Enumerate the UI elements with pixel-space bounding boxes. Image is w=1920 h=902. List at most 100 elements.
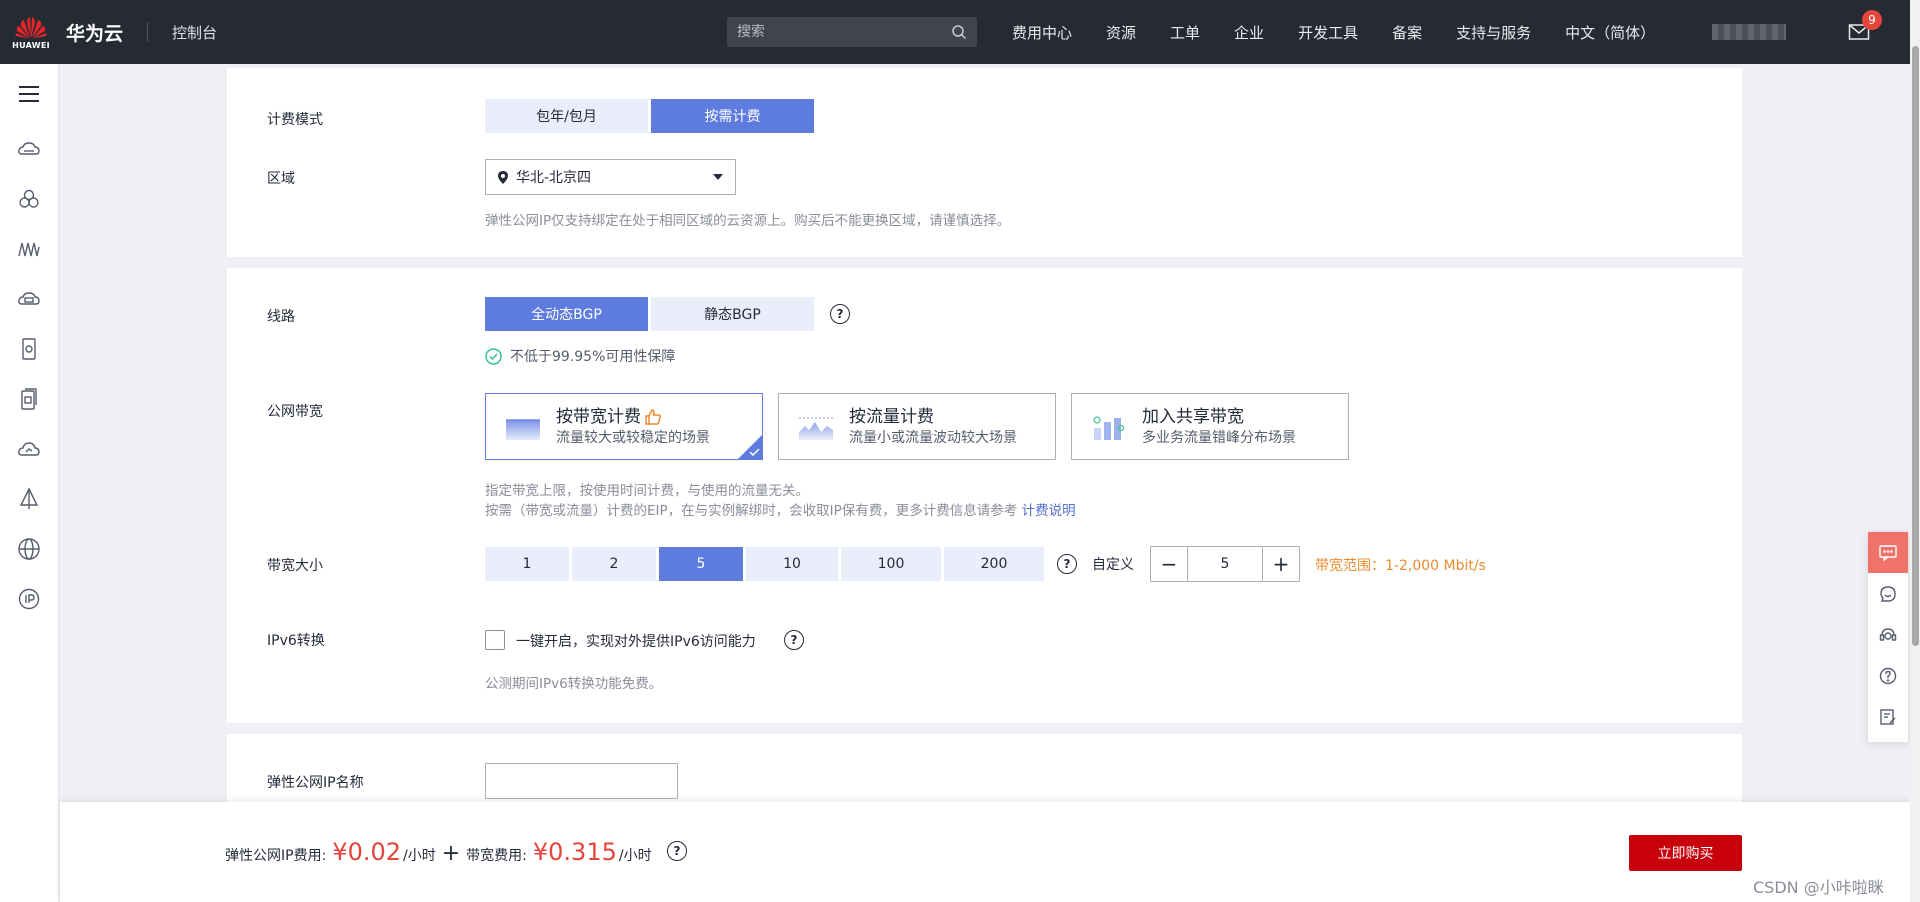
card-bandwidth-billing[interactable]: 按带宽计费 流量较大或较稳定的场景 — [485, 393, 763, 460]
thumbs-up-icon — [645, 408, 661, 425]
decrement-button[interactable]: − — [1151, 547, 1187, 581]
cloud-server-icon — [18, 142, 40, 155]
scrollbar-thumb[interactable] — [1912, 46, 1919, 646]
availability-guarantee: 不低于99.95%可用性保障 — [485, 346, 675, 366]
card-title: 按流量计费 — [849, 406, 934, 427]
bandwidth-option-5[interactable]: 5 — [659, 547, 743, 581]
eip-name-label: 弹性公网IP名称 — [267, 775, 364, 791]
menu-button[interactable] — [0, 64, 58, 124]
notes-button[interactable] — [1868, 696, 1908, 737]
sidebar-item-backup[interactable] — [0, 374, 58, 424]
sidebar-item-cloud-disk[interactable] — [0, 274, 58, 324]
help-button[interactable] — [1868, 655, 1908, 696]
network-icon — [18, 242, 40, 257]
bandwidth-type-label: 公网带宽 — [267, 404, 323, 420]
watermark: CSDN @小咔啦眯 — [1753, 878, 1884, 897]
top-nav: 费用中心 资源 工单 企业 开发工具 备案 支持与服务 中文（简体） — [995, 0, 1672, 64]
billing-info-link[interactable]: 计费说明 — [1022, 503, 1076, 519]
sidebar-item-global[interactable] — [0, 524, 58, 574]
sidebar-item-network[interactable] — [0, 224, 58, 274]
line-option-static-bgp[interactable]: 静态BGP — [651, 297, 814, 331]
region-label: 区域 — [267, 171, 295, 187]
ip-fee-unit: /小时 — [403, 848, 436, 864]
nav-enterprise[interactable]: 企业 — [1234, 22, 1264, 43]
sidebar-item-eip[interactable] — [0, 574, 58, 624]
search-box[interactable] — [727, 17, 977, 47]
storage-icon — [22, 338, 36, 360]
nav-dev-tools[interactable]: 开发工具 — [1298, 22, 1358, 43]
bandwidth-option-100[interactable]: 100 — [841, 547, 941, 581]
sidebar-item-sail[interactable] — [0, 474, 58, 524]
cloud-icon — [18, 442, 40, 456]
headset-icon — [1879, 627, 1897, 641]
card-traffic-billing[interactable]: 按流量计费 流量小或流量波动较大场景 — [778, 393, 1056, 460]
price-help-icon[interactable]: ? — [667, 841, 687, 861]
sidebar-item-cluster[interactable] — [0, 174, 58, 224]
globe-icon — [18, 538, 40, 560]
chat-icon — [1879, 544, 1897, 561]
floating-toolbar — [1868, 532, 1908, 742]
sidebar-item-cloud-server[interactable] — [0, 124, 58, 174]
line-option-dynamic-bgp[interactable]: 全动态BGP — [485, 297, 648, 331]
region-select[interactable]: 华北-北京四 — [485, 159, 736, 195]
region-value: 华北-北京四 — [516, 170, 592, 186]
ipv6-checkbox-text[interactable]: 一键开启，实现对外提供IPv6访问能力 — [516, 631, 756, 651]
traffic-chart-icon — [799, 417, 833, 440]
ipv6-checkbox[interactable] — [485, 630, 505, 650]
card-subtitle: 多业务流量错峰分布场景 — [1142, 429, 1296, 446]
console-link[interactable]: 控制台 — [172, 22, 217, 43]
brand-name[interactable]: 华为云 — [66, 19, 123, 46]
card-title: 按带宽计费 — [556, 406, 641, 427]
billing-option-yearly-monthly[interactable]: 包年/包月 — [485, 99, 648, 133]
bandwidth-option-1[interactable]: 1 — [485, 547, 569, 581]
increment-button[interactable]: + — [1263, 547, 1299, 581]
nav-filing[interactable]: 备案 — [1392, 22, 1422, 43]
sidebar-item-storage[interactable] — [0, 324, 58, 374]
smile-icon — [1880, 585, 1896, 602]
sidebar-item-cloud[interactable] — [0, 424, 58, 474]
search-input[interactable] — [737, 24, 951, 40]
search-icon[interactable] — [951, 24, 967, 40]
buy-now-button[interactable]: 立即购买 — [1629, 835, 1742, 871]
nav-tickets[interactable]: 工单 — [1170, 22, 1200, 43]
cluster-icon — [19, 189, 39, 208]
billing-mode-segment: 包年/包月 按需计费 — [485, 99, 814, 133]
card-subtitle: 流量小或流量波动较大场景 — [849, 429, 1017, 446]
feedback-button[interactable] — [1868, 573, 1908, 614]
eip-name-input[interactable] — [485, 763, 678, 799]
bandwidth-fee-price: ¥0.315 — [532, 838, 617, 866]
bandwidth-help-icon[interactable]: ? — [1057, 554, 1077, 574]
nav-billing-center[interactable]: 费用中心 — [1012, 22, 1072, 43]
bandwidth-option-200[interactable]: 200 — [944, 547, 1044, 581]
menu-icon — [19, 86, 39, 102]
huawei-logo[interactable]: HUAWEI — [0, 0, 62, 64]
nav-support[interactable]: 支持与服务 — [1456, 22, 1531, 43]
divider — [147, 22, 149, 42]
bandwidth-panel: 线路 全动态BGP 静态BGP ? 不低于99.95%可用性保障 公网带宽 按带… — [227, 268, 1742, 723]
nav-language[interactable]: 中文（简体） — [1565, 22, 1655, 43]
user-account[interactable] — [1712, 24, 1786, 40]
notification-badge: 9 — [1862, 10, 1882, 30]
service-button[interactable] — [1868, 614, 1908, 655]
check-icon — [749, 448, 760, 456]
bandwidth-range: 带宽范围：1-2,000 Mbit/s — [1315, 558, 1486, 574]
question-icon — [1879, 667, 1897, 684]
bandwidth-hint-2: 按需（带宽或流量）计费的EIP，在与实例解绑时，会收取IP保有费，更多计费信息请… — [485, 499, 1076, 519]
card-shared-bandwidth[interactable]: 加入共享带宽 多业务流量错峰分布场景 — [1071, 393, 1349, 460]
bandwidth-option-2[interactable]: 2 — [572, 547, 656, 581]
edit-note-icon — [1880, 708, 1896, 725]
top-bar: HUAWEI 华为云 控制台 费用中心 资源 工单 企业 开发工具 备案 支持与… — [0, 0, 1920, 64]
ip-fee-label: 弹性公网IP费用: — [225, 848, 327, 864]
nav-resources[interactable]: 资源 — [1106, 22, 1136, 43]
bandwidth-value-input[interactable]: 5 — [1187, 547, 1263, 581]
chat-button[interactable] — [1868, 532, 1908, 573]
bandwidth-option-10[interactable]: 10 — [746, 547, 838, 581]
billing-option-on-demand[interactable]: 按需计费 — [651, 99, 814, 133]
left-sidebar — [0, 64, 59, 902]
logo-text: HUAWEI — [12, 40, 50, 50]
shared-bandwidth-icon — [1093, 415, 1125, 440]
ipv6-help-icon[interactable]: ? — [784, 630, 804, 650]
bandwidth-hint-1: 指定带宽上限，按使用时间计费，与使用的流量无关。 — [485, 483, 809, 499]
line-help-icon[interactable]: ? — [830, 304, 850, 324]
bandwidth-fee-unit: /小时 — [618, 848, 652, 864]
